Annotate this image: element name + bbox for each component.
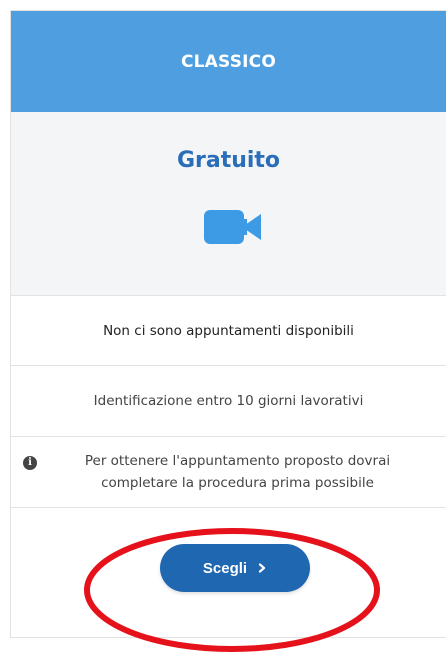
price-section: Gratuito bbox=[11, 112, 446, 296]
video-camera-icon bbox=[204, 210, 261, 244]
choose-button[interactable]: Scegli bbox=[160, 544, 310, 592]
identification-text: Identificazione entro 10 giorni lavorati… bbox=[93, 393, 364, 409]
plan-card: CLASSICO Gratuito Non ci sono appuntamen… bbox=[10, 10, 446, 638]
notice-text: Per ottenere l'appuntamento proposto dov… bbox=[84, 453, 391, 491]
notice-row: i Per ottenere l'appuntamento proposto d… bbox=[11, 437, 446, 508]
info-icon: i bbox=[23, 456, 37, 470]
choose-button-label: Scegli bbox=[202, 559, 248, 577]
availability-text: Non ci sono appuntamenti disponibili bbox=[103, 322, 354, 339]
plan-title: CLASSICO bbox=[180, 51, 277, 72]
availability-row: Non ci sono appuntamenti disponibili bbox=[11, 296, 446, 366]
chevron-right-icon bbox=[258, 563, 266, 573]
price-label: Gratuito bbox=[176, 148, 281, 173]
identification-row: Identificazione entro 10 giorni lavorati… bbox=[11, 366, 446, 437]
plan-header: CLASSICO bbox=[11, 11, 446, 112]
